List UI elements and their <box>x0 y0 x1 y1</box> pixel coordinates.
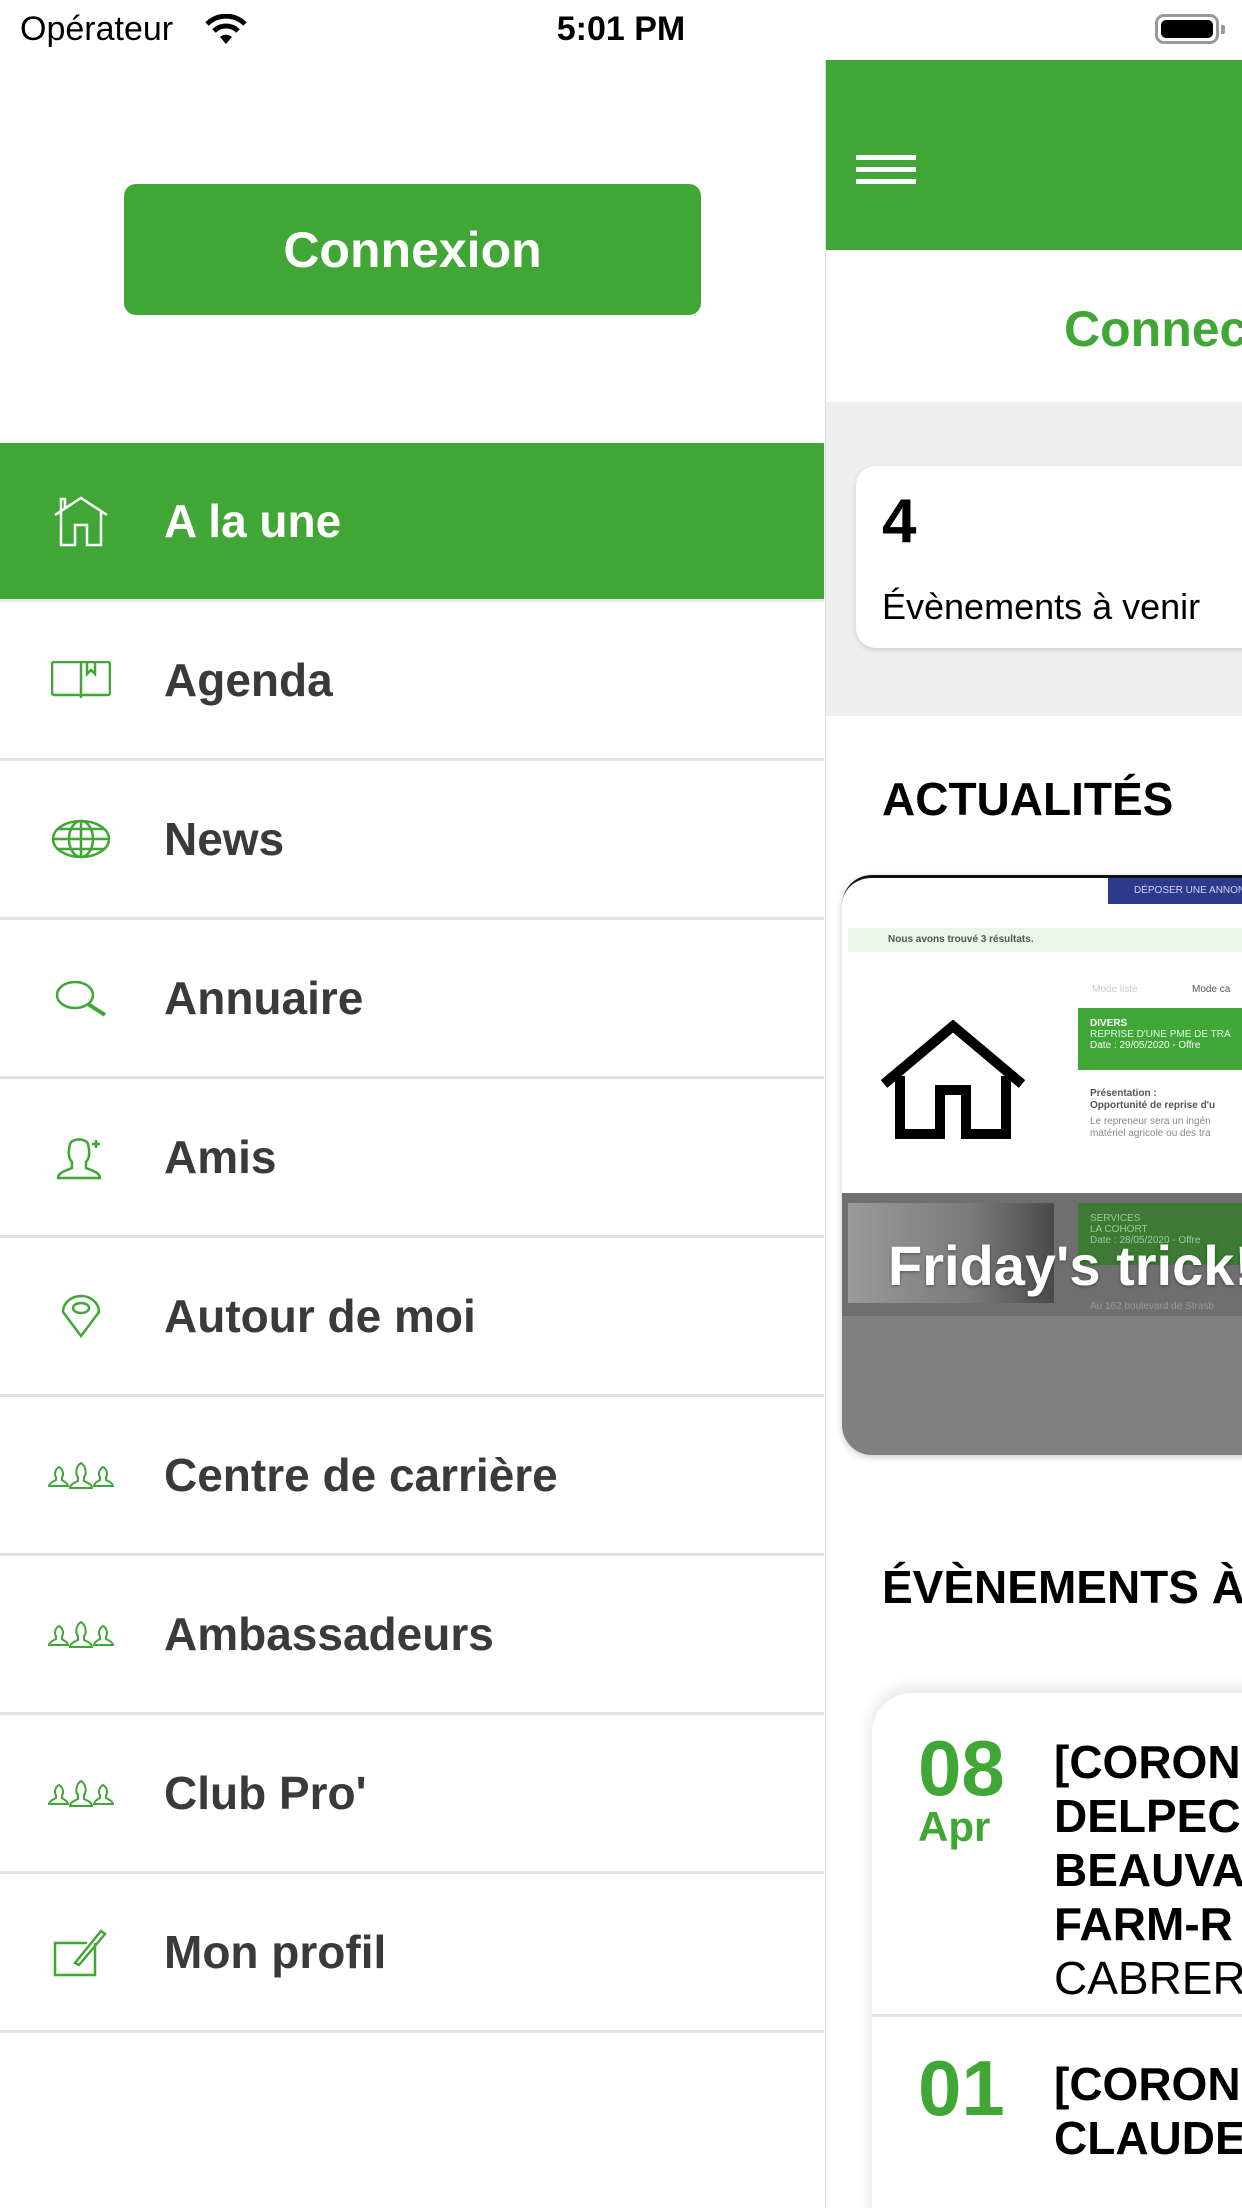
add-friend-icon <box>48 1127 114 1187</box>
thumb-mode-list: Mode liste <box>1092 984 1138 995</box>
event-title-line: [CORON <box>1054 2058 1241 2110</box>
search-icon <box>48 968 114 1028</box>
thumb-pres-text: Le repreneur sera un ingén <box>1090 1116 1211 1127</box>
hamburger-icon[interactable] <box>856 155 916 184</box>
event-title-line: BEAUVA <box>1054 1844 1242 1896</box>
thumb-sub: REPRISE D'UNE PME DE TRA <box>1090 1029 1231 1040</box>
thumb-cat: DIVERS <box>1090 1018 1128 1029</box>
stats-band: 4 Évènements à venir <box>826 402 1242 716</box>
menu-item-label: A la une <box>164 495 342 547</box>
menu-item-label: Ambassadeurs <box>164 1608 494 1660</box>
connect-link[interactable]: Connect <box>1064 300 1242 358</box>
location-pin-icon <box>48 1286 114 1346</box>
event-title-line: DELPECH <box>1054 1790 1242 1842</box>
thumb-cat: SERVICES <box>1090 1213 1141 1224</box>
menu-item-amis[interactable]: Amis <box>0 1079 824 1238</box>
event-item[interactable]: 08 Apr [CORON DELPECH BEAUVA FARM-R CABR… <box>872 1693 1242 2015</box>
group-icon <box>48 1604 114 1664</box>
group-icon <box>48 1763 114 1823</box>
status-bar: Opérateur 5:01 PM <box>0 0 1242 60</box>
main-panel: Connect 4 Évènements à venir ACTUALITÉS … <box>825 60 1242 2208</box>
news-heading: ACTUALITÉS <box>882 773 1174 825</box>
menu-item-mon-profil[interactable]: Mon profil <box>0 1874 824 2033</box>
thumb-mode-map: Mode ca <box>1192 984 1231 995</box>
event-title-line: FARM-R <box>1054 1898 1233 1950</box>
stat-label: Évènements à venir <box>882 586 1201 627</box>
menu-item-agenda[interactable]: Agenda <box>0 602 824 761</box>
menu-item-label: Amis <box>164 1131 277 1183</box>
menu-item-annuaire[interactable]: Annuaire <box>0 920 824 1079</box>
thumb-date: Date : 29/05/2020 - Offre <box>1090 1040 1201 1051</box>
menu-item-club-pro[interactable]: Club Pro' <box>0 1715 824 1874</box>
events-heading: ÉVÈNEMENTS À <box>882 1561 1242 1613</box>
event-day: 08 <box>918 1724 1005 1812</box>
globe-icon <box>48 809 114 869</box>
event-day: 01 <box>918 2044 1005 2132</box>
thumb-green-box: DIVERS REPRISE D'UNE PME DE TRA Date : 2… <box>1078 1008 1242 1070</box>
news-thumbnail: DÉPOSER UNE ANNON Nous avons trouvé 3 ré… <box>842 878 1242 1193</box>
menu-item-centre-de-carriere[interactable]: Centre de carrière <box>0 1397 824 1556</box>
login-button[interactable]: Connexion <box>124 184 701 315</box>
event-item[interactable]: 01 [CORON CLAUDE <box>872 2017 1242 2208</box>
thumb-pres-title: Opportunité de reprise d'u <box>1090 1100 1216 1111</box>
thumb-button: DÉPOSER UNE ANNON <box>1108 878 1242 904</box>
menu-item-label: Autour de moi <box>164 1290 476 1342</box>
event-title-line: [CORON <box>1054 1736 1241 1788</box>
event-month: Apr <box>918 1803 991 1850</box>
news-title: Friday's trick! <box>888 1234 1242 1297</box>
menu-item-a-la-une[interactable]: A la une <box>0 443 824 602</box>
house-image-icon <box>880 1020 1026 1139</box>
edit-icon <box>48 1922 114 1982</box>
app-header <box>826 60 1242 250</box>
menu-item-label: Mon profil <box>164 1926 387 1978</box>
stat-value: 4 <box>882 487 917 556</box>
menu-item-label: News <box>164 813 285 865</box>
thumb-result: Nous avons trouvé 3 résultats. <box>848 928 1242 952</box>
group-icon <box>48 1445 114 1505</box>
clock: 5:01 PM <box>556 10 686 48</box>
events-list: 08 Apr [CORON DELPECH BEAUVA FARM-R CABR… <box>872 1693 1242 2208</box>
menu-item-label: Club Pro' <box>164 1767 367 1819</box>
book-icon <box>48 650 114 710</box>
menu-item-label: Agenda <box>164 654 333 706</box>
menu-item-autour-de-moi[interactable]: Autour de moi <box>0 1238 824 1397</box>
home-icon <box>48 491 114 551</box>
drawer-menu: A la une Agenda News Annuaire Amis Autou… <box>0 443 824 2033</box>
menu-item-label: Centre de carrière <box>164 1449 558 1501</box>
menu-item-news[interactable]: News <box>0 761 824 920</box>
event-title-line: CLAUDE <box>1054 2112 1242 2164</box>
thumb-pres-label: Présentation : <box>1090 1088 1157 1099</box>
thumb-pres-text: matériel agricole ou des tra <box>1090 1128 1211 1139</box>
menu-item-ambassadeurs[interactable]: Ambassadeurs <box>0 1556 824 1715</box>
news-card[interactable]: DÉPOSER UNE ANNON Nous avons trouvé 3 ré… <box>842 875 1242 1455</box>
battery-icon <box>1155 14 1225 44</box>
thumb-address: Au 162 boulevard de Strasb <box>1090 1301 1214 1312</box>
event-location: CABRERI <box>1054 1952 1242 2004</box>
upcoming-events-stat[interactable]: 4 Évènements à venir <box>856 466 1242 648</box>
menu-item-label: Annuaire <box>164 972 364 1024</box>
